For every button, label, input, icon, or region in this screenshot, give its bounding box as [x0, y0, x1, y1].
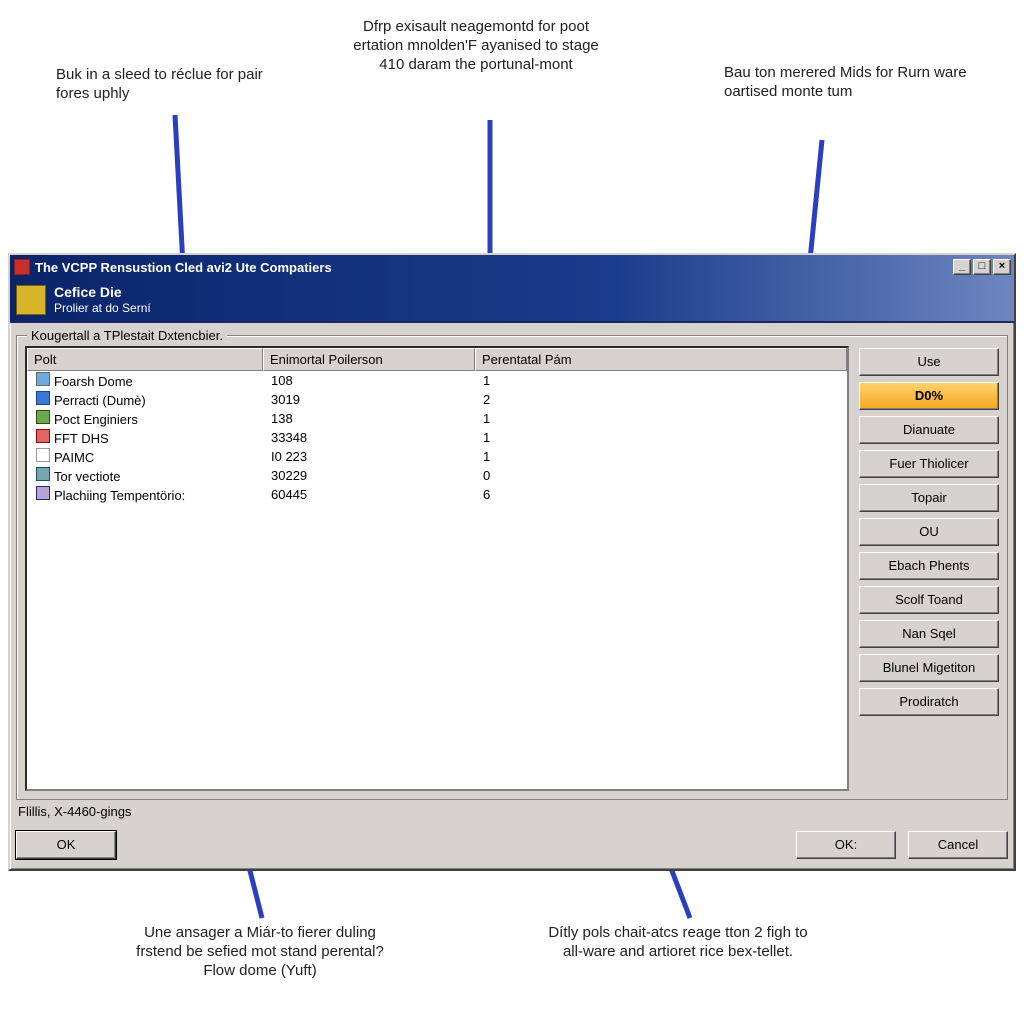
button-column: Use D0% Dianuate Fuer Thiolicer Topair OU Ebac… [859, 346, 999, 791]
cell-name: Perracti (Dumè) [29, 391, 265, 408]
cell-name: Poct Enginiers [29, 410, 265, 427]
table-row[interactable]: Poct Enginiers 1381 [27, 409, 847, 428]
row-icon [36, 372, 50, 386]
cell-value2: 1 [477, 449, 847, 464]
status-text: Flillis, X-4460-gings [16, 800, 1008, 819]
subheader-line2: Prolier at do Serní [54, 301, 151, 315]
cell-value2: 1 [477, 373, 847, 388]
maximize-button[interactable]: □ [973, 259, 991, 275]
side-button-fuer-thiolicer[interactable]: Fuer Thiolicer [859, 450, 999, 478]
cell-value1: 30229 [265, 468, 477, 483]
cell-value2: 2 [477, 392, 847, 407]
cell-name: FFT DHS [29, 429, 265, 446]
cell-name-text: Foarsh Dome [54, 374, 133, 389]
listview-body[interactable]: Foarsh Dome1081Perracti (Dumè)30192Poct … [27, 371, 847, 789]
side-button-nan-sqel[interactable]: Nan Sqel [859, 620, 999, 648]
subheader-line1: Cefice Die [54, 284, 151, 301]
row-icon [36, 486, 50, 500]
listview[interactable]: Polt Enimortal Poilerson Perentatal Pám … [25, 346, 849, 791]
cell-value2: 0 [477, 468, 847, 483]
side-button-ou[interactable]: OU [859, 518, 999, 546]
groupbox: Kougertall a TPlestait Dxtencbier. Polt … [16, 335, 1008, 800]
column-header-1[interactable]: Enimortal Poilerson [263, 348, 475, 371]
cell-name: Plachiing Tempentörio: [29, 486, 265, 503]
dialog-window: The VCPP Rensustion Cled avi2 Ute Compat… [8, 253, 1016, 871]
row-icon [36, 391, 50, 405]
side-button-scolf-toand[interactable]: Scolf Toand [859, 586, 999, 614]
cell-value2: 1 [477, 411, 847, 426]
groupbox-legend: Kougertall a TPlestait Dxtencbier. [27, 328, 227, 343]
ok-button-right[interactable]: OK: [796, 831, 896, 859]
cell-name-text: Perracti (Dumè) [54, 393, 146, 408]
side-button-blunel-migetiton[interactable]: Blunel Migetiton [859, 654, 999, 682]
table-row[interactable]: Foarsh Dome 1081 [27, 371, 847, 390]
table-row[interactable]: Perracti (Dumè) 30192 [27, 390, 847, 409]
callout-bottom-left: Une ansager a Miár-to fierer duling frst… [130, 924, 390, 980]
row-icon [36, 410, 50, 424]
callout-top-middle: Dfrp exisault neagemontd for poot ertati… [346, 18, 606, 74]
window-title: The VCPP Rensustion Cled avi2 Ute Compat… [35, 260, 951, 275]
table-row[interactable]: PAIMC I0 2231 [27, 447, 847, 466]
cell-value1: 138 [265, 411, 477, 426]
cell-name: Tor vectiote [29, 467, 265, 484]
listview-header[interactable]: Polt Enimortal Poilerson Perentatal Pám [27, 348, 847, 371]
table-row[interactable]: Plachiing Tempentörio: 604456 [27, 485, 847, 504]
table-row[interactable]: Tor vectiote 302290 [27, 466, 847, 485]
cancel-button[interactable]: Cancel [908, 831, 1008, 859]
table-row[interactable]: FFT DHS 333481 [27, 428, 847, 447]
side-button-prodiratch[interactable]: Prodiratch [859, 688, 999, 716]
cell-value2: 1 [477, 430, 847, 445]
titlebar[interactable]: The VCPP Rensustion Cled avi2 Ute Compat… [10, 255, 1014, 279]
row-icon [36, 429, 50, 443]
cell-value1: 3019 [265, 392, 477, 407]
subheader: Cefice Die Prolier at do Serní [10, 279, 1014, 323]
app-icon [14, 259, 30, 275]
cell-value1: 60445 [265, 487, 477, 502]
cell-name: PAIMC [29, 448, 265, 465]
cell-name-text: Plachiing Tempentörio: [54, 488, 185, 503]
cell-name: Foarsh Dome [29, 372, 265, 389]
close-button[interactable]: × [993, 259, 1011, 275]
column-header-2[interactable]: Perentatal Pám [475, 348, 847, 371]
callout-bottom-right: Dítly pols chait-atcs reage tton 2 figh … [548, 924, 808, 962]
side-button-dianuate[interactable]: Dianuate [859, 416, 999, 444]
cell-name-text: FFT DHS [54, 431, 109, 446]
callout-top-left: Buk in a sleed to réclue for pair fores … [56, 66, 286, 104]
side-button-use[interactable]: Use [859, 348, 999, 376]
side-button-d0-[interactable]: D0% [859, 382, 999, 410]
package-icon [16, 285, 46, 315]
minimize-button[interactable]: _ [953, 259, 971, 275]
cell-value2: 6 [477, 487, 847, 502]
cell-value1: 33348 [265, 430, 477, 445]
dialog-buttons: OK OK: Cancel [16, 831, 1008, 859]
row-icon [36, 448, 50, 462]
ok-button-left[interactable]: OK [16, 831, 116, 859]
cell-name-text: Poct Enginiers [54, 412, 138, 427]
side-button-ebach-phents[interactable]: Ebach Phents [859, 552, 999, 580]
cell-name-text: PAIMC [54, 450, 94, 465]
cell-value1: I0 223 [265, 449, 477, 464]
cell-name-text: Tor vectiote [54, 469, 120, 484]
side-button-topair[interactable]: Topair [859, 484, 999, 512]
column-header-0[interactable]: Polt [27, 348, 263, 371]
row-icon [36, 467, 50, 481]
callout-top-right: Bau ton merered Mids for Rurn ware oarti… [724, 64, 984, 102]
cell-value1: 108 [265, 373, 477, 388]
